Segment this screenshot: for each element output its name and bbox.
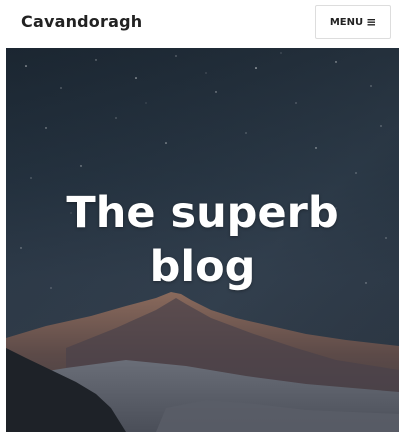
site-title[interactable]: Cavandoragh xyxy=(21,12,142,31)
site-header: Cavandoragh MENU ≡ xyxy=(0,0,401,48)
menu-button[interactable]: MENU ≡ xyxy=(315,5,391,39)
hero-title: The superb blog xyxy=(6,186,399,294)
hamburger-icon: ≡ xyxy=(366,15,377,29)
hero-banner: The superb blog xyxy=(6,48,399,432)
hero-title-line-1: The superb xyxy=(66,188,339,238)
menu-label: MENU xyxy=(329,16,364,28)
hero-title-line-2: blog xyxy=(149,242,256,292)
